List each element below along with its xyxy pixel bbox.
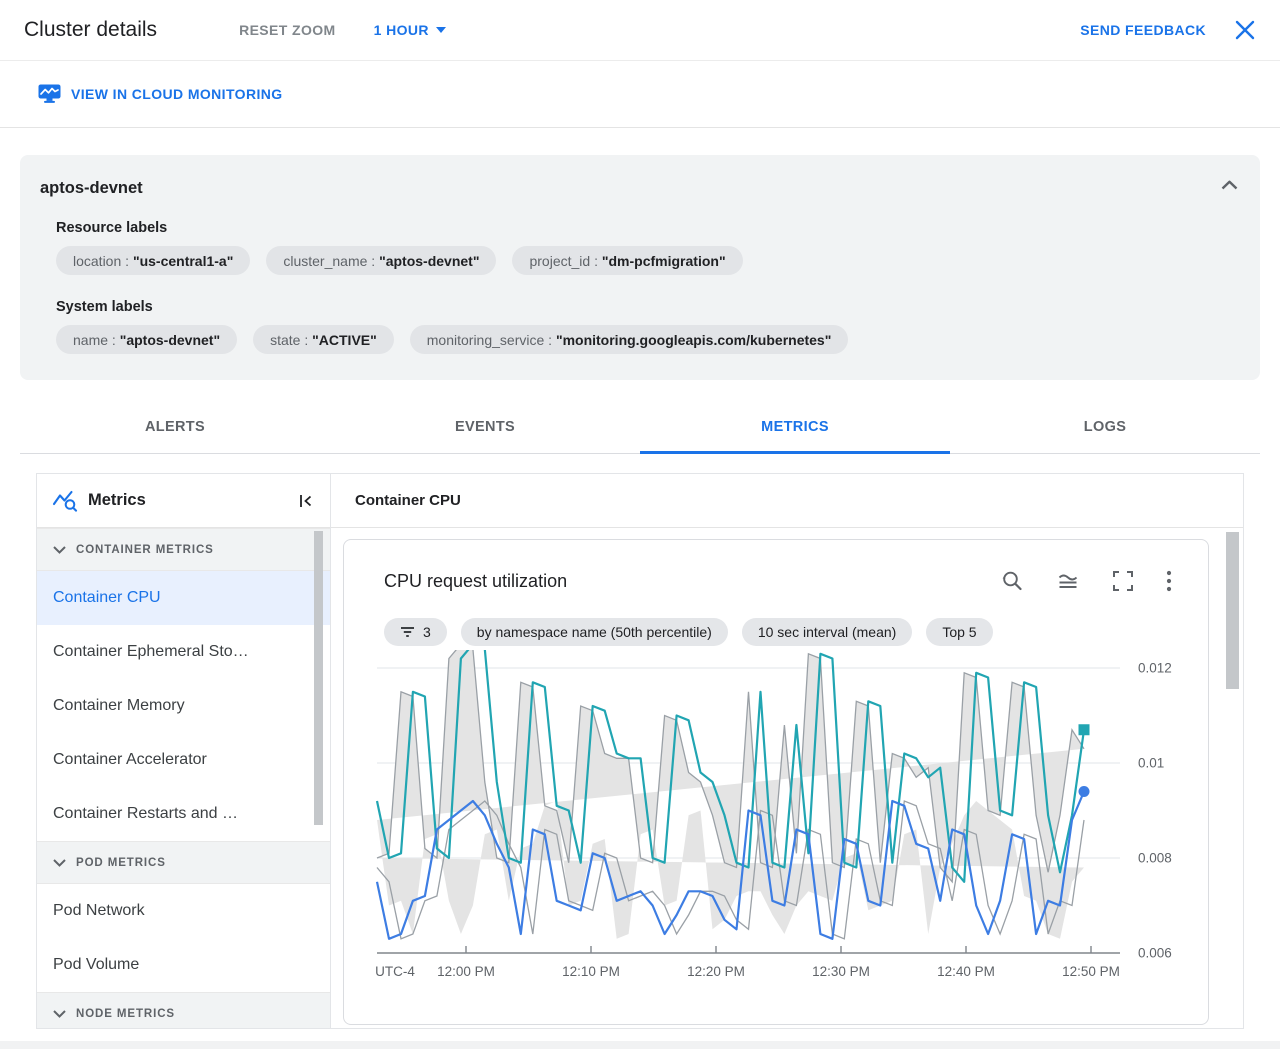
chart-toolbar — [1000, 569, 1172, 593]
page-title: Cluster details — [24, 18, 158, 41]
x-axis-label: 12:00 PM — [437, 964, 495, 979]
x-axis-label: 12:10 PM — [562, 964, 620, 979]
sidebar-item-container-accelerator[interactable]: Container Accelerator — [37, 733, 330, 787]
y-axis-label: 0.006 — [1138, 946, 1172, 961]
metrics-sidebar-header: Metrics — [37, 474, 330, 528]
metrics-explorer-icon — [52, 490, 78, 512]
chart-area-scrollbar-thumb[interactable] — [1226, 532, 1239, 689]
resource-labels-row: location : "us-central1-a" cluster_name … — [56, 246, 1240, 275]
x-axis-label: 12:40 PM — [937, 964, 995, 979]
sidebar-scrollbar-thumb[interactable] — [314, 531, 323, 825]
chevron-down-icon — [53, 858, 66, 867]
x-axis-label: 12:20 PM — [687, 964, 745, 979]
chart-area-title: Container CPU — [355, 492, 461, 509]
detail-tabs: ALERTS EVENTS METRICS LOGS — [20, 406, 1260, 454]
close-icon[interactable] — [1234, 19, 1256, 41]
metrics-content: Metrics CONTAINER METRICS Container CPU … — [36, 473, 1244, 1029]
chart-filter-chips: 3 by namespace name (50th percentile) 10… — [384, 618, 1172, 646]
cpu-request-utilization-card: CPU request utilization 3 by namespace n… — [343, 539, 1209, 1025]
chevron-down-icon — [53, 1009, 66, 1018]
reset-zoom-button[interactable]: RESET ZOOM — [239, 22, 336, 38]
metrics-sidebar: Metrics CONTAINER METRICS Container CPU … — [37, 474, 331, 1028]
statistics-view-icon[interactable] — [1056, 569, 1080, 593]
x-axis-label: 12:50 PM — [1062, 964, 1120, 979]
sidebar-title: Metrics — [88, 491, 146, 509]
timezone-label: UTC-4 — [375, 964, 415, 979]
system-labels-title: System labels — [56, 299, 153, 315]
label-chip-name: name : "aptos-devnet" — [56, 325, 238, 354]
label-chip-project-id: project_id : "dm-pcfmigration" — [512, 246, 743, 275]
top5-chip[interactable]: Top 5 — [926, 618, 993, 646]
sidebar-item-pod-volume[interactable]: Pod Volume — [37, 938, 330, 992]
label-chip-location: location : "us-central1-a" — [56, 246, 251, 275]
label-chip-cluster-name: cluster_name : "aptos-devnet" — [266, 246, 497, 275]
blue-namespace-50th-percentile-end-marker — [1078, 786, 1090, 797]
cpu-utilization-chart[interactable]: 0.006 0.008 0.01 0.012 UTC-4 12:00 PM 12:10 PM… — [344, 643, 1210, 995]
section-node-metrics[interactable]: NODE METRICS — [37, 992, 330, 1028]
resource-labels-title: Resource labels — [56, 220, 168, 236]
time-range-label: 1 HOUR — [373, 22, 429, 38]
tab-logs[interactable]: LOGS — [950, 406, 1260, 454]
x-axis-label: 12:30 PM — [812, 964, 870, 979]
y-axis-label: 0.008 — [1138, 851, 1172, 866]
cluster-name: aptos-devnet — [40, 179, 143, 197]
y-axis-label: 0.012 — [1138, 661, 1172, 676]
sidebar-item-pod-network[interactable]: Pod Network — [37, 884, 330, 938]
teal-namespace-50th-percentile-end-marker — [1078, 724, 1090, 736]
monitoring-link-bar: VIEW IN CLOUD MONITORING — [0, 60, 1280, 128]
view-in-cloud-monitoring-link[interactable]: VIEW IN CLOUD MONITORING — [38, 84, 283, 104]
system-labels-row: name : "aptos-devnet" state : "ACTIVE" m… — [56, 325, 1240, 354]
sidebar-item-container-cpu[interactable]: Container CPU — [37, 571, 330, 625]
cluster-details-card: aptos-devnet Resource labels location : … — [20, 155, 1260, 380]
monitoring-chart-icon — [38, 84, 61, 103]
chart-area-header: Container CPU — [331, 474, 1243, 528]
filter-icon — [401, 627, 414, 637]
page-bottom-strip — [0, 1041, 1280, 1049]
chart-area-body: CPU request utilization 3 by namespace n… — [331, 528, 1243, 1028]
fullscreen-icon[interactable] — [1112, 570, 1134, 592]
chart-title: CPU request utilization — [384, 570, 568, 591]
tab-events[interactable]: EVENTS — [330, 406, 640, 454]
tab-alerts[interactable]: ALERTS — [20, 406, 330, 454]
tab-metrics[interactable]: METRICS — [640, 406, 950, 454]
more-options-icon[interactable] — [1166, 570, 1172, 592]
interval-chip[interactable]: 10 sec interval (mean) — [741, 618, 913, 646]
monitoring-link-label: VIEW IN CLOUD MONITORING — [71, 86, 283, 102]
sidebar-item-container-memory[interactable]: Container Memory — [37, 679, 330, 733]
chevron-down-icon — [53, 545, 66, 554]
groupby-chip[interactable]: by namespace name (50th percentile) — [460, 618, 728, 646]
sidebar-item-container-restarts[interactable]: Container Restarts and … — [37, 787, 330, 841]
panel-header: Cluster details RESET ZOOM 1 HOUR SEND F… — [0, 0, 1280, 60]
send-feedback-button[interactable]: SEND FEEDBACK — [1080, 22, 1206, 38]
section-container-metrics[interactable]: CONTAINER METRICS — [37, 528, 330, 571]
collapse-card-chevron-up-icon[interactable] — [1221, 177, 1238, 195]
filter-count-chip[interactable]: 3 — [384, 618, 447, 646]
label-chip-monitoring-service: monitoring_service : "monitoring.googlea… — [409, 325, 849, 354]
y-axis-label: 0.01 — [1138, 756, 1164, 771]
sidebar-item-container-ephemeral-storage[interactable]: Container Ephemeral Sto… — [37, 625, 330, 679]
chevron-down-icon — [435, 27, 446, 33]
zoom-reset-icon[interactable] — [1000, 569, 1024, 593]
metric-chart-area: Container CPU CPU request utilization 3 … — [331, 474, 1243, 1028]
label-chip-state: state : "ACTIVE" — [253, 325, 394, 354]
time-range-dropdown[interactable]: 1 HOUR — [374, 22, 446, 38]
collapse-panel-icon[interactable] — [298, 493, 314, 509]
section-pod-metrics[interactable]: POD METRICS — [37, 841, 330, 884]
